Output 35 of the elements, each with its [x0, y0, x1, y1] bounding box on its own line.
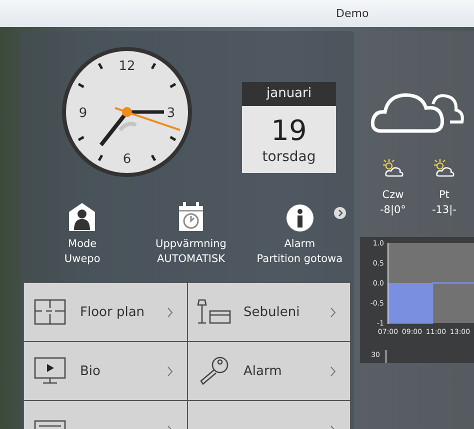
forecast-temps: -8|0° — [380, 203, 406, 218]
monitor-play-icon — [34, 357, 66, 385]
menu-tile[interactable]: Floor plan — [24, 283, 186, 341]
calendar-day: 19 — [242, 106, 336, 147]
chevron-right-icon — [166, 306, 172, 318]
sun-cloud-icon — [380, 158, 405, 178]
house-person-icon — [68, 202, 96, 232]
clock-numeral: 6 — [122, 152, 132, 167]
chevron-right-icon — [330, 306, 336, 318]
floor-plan-icon — [34, 299, 66, 325]
calendar-clock-icon — [178, 202, 204, 232]
calendar-month: januari — [242, 82, 336, 106]
menu-tile[interactable]: Bio — [24, 342, 186, 400]
status-label: Mode — [68, 237, 97, 252]
menu-tile[interactable]: Alarm — [188, 342, 350, 400]
forecast-day: Czw — [382, 188, 404, 203]
status-value: Uwepo — [64, 252, 100, 267]
status-label: Alarm — [284, 237, 316, 252]
clock-numeral: 3 — [166, 106, 176, 121]
lamp-sofa-icon — [196, 299, 230, 325]
clock-numeral: 12 — [118, 59, 136, 74]
status-label: Uppvärmning — [156, 237, 226, 252]
menu-tile[interactable]: Sebuleni — [188, 283, 350, 341]
status-value: Partition gotowa — [256, 252, 343, 267]
chevron-right-icon — [166, 366, 172, 376]
chevron-right-icon — [330, 366, 336, 376]
info-icon — [286, 204, 314, 232]
status-value: AUTOMATISK — [156, 252, 226, 267]
forecast-temps: -13|- — [432, 203, 456, 218]
window-title: Demo — [336, 7, 369, 20]
clock-numeral: 9 — [78, 106, 88, 121]
calendar-weekday: torsdag — [261, 148, 317, 167]
forecast-day: Pt — [438, 188, 450, 203]
sun-cloud-icon — [432, 158, 456, 178]
key-icon — [198, 356, 228, 386]
